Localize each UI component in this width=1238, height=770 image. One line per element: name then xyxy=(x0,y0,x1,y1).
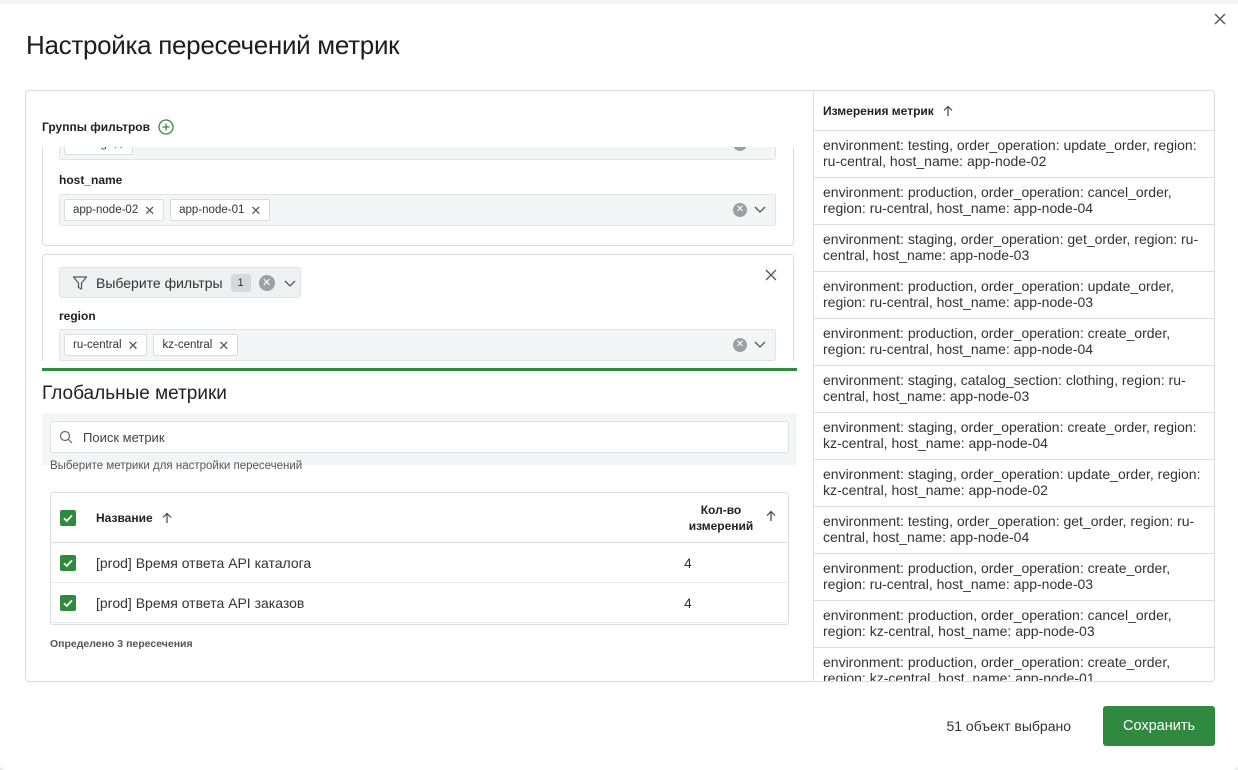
chip-remove-icon[interactable]: ✕ xyxy=(250,204,261,217)
table-header: Название Кол-во измерений xyxy=(51,493,788,543)
metric-name: [prod] Время ответа API заказов xyxy=(96,595,305,611)
column-dimensions-count[interactable]: Кол-во измерений xyxy=(671,502,771,534)
filter-count-badge: 1 xyxy=(230,273,251,292)
dialog-content: Группы фильтров testing ✕ ✕ xyxy=(25,90,1215,682)
field-label-region: region xyxy=(59,309,96,323)
metrics-search-input[interactable] xyxy=(83,429,763,445)
check-icon xyxy=(63,514,73,523)
list-item: environment: staging, order_operation: c… xyxy=(814,413,1214,460)
filter-groups-header: Группы фильтров xyxy=(42,119,174,135)
chip-app-node-02: app-node-02 ✕ xyxy=(64,199,165,221)
filter-groups-list[interactable]: testing ✕ ✕ host_name app-node-02 ✕ xyxy=(42,147,798,361)
dimensions-title: Измерения метрик xyxy=(823,103,934,118)
list-item: environment: production, order_operation… xyxy=(814,272,1214,319)
intersections-count-note: Определено 3 пересечения xyxy=(50,638,193,650)
chip-remove-icon[interactable]: ✕ xyxy=(128,339,139,352)
background-strip xyxy=(0,0,1238,4)
intersections-dialog: Настройка пересечений метрик Группы филь… xyxy=(0,0,1238,770)
search-box xyxy=(50,421,789,453)
plus-circle-icon[interactable] xyxy=(158,119,174,135)
sort-up-icon[interactable] xyxy=(161,512,173,524)
host-name-select[interactable]: app-node-02 ✕ app-node-01 ✕ ✕ xyxy=(59,194,776,226)
list-item: environment: staging, order_operation: u… xyxy=(814,460,1214,507)
list-item: environment: staging, order_operation: g… xyxy=(814,225,1214,272)
select-filters-button[interactable]: Выберите фильтры 1 ✕ xyxy=(59,267,301,298)
filter-groups-title: Группы фильтров xyxy=(42,120,151,134)
chevron-down-icon[interactable] xyxy=(753,202,767,216)
search-icon xyxy=(59,430,73,444)
chip-app-node-01: app-node-01 ✕ xyxy=(170,199,271,221)
select-filters-label: Выберите фильтры xyxy=(96,274,223,291)
list-item: environment: production, order_operation… xyxy=(814,601,1214,648)
chip-remove-icon[interactable]: ✕ xyxy=(113,147,124,151)
close-icon[interactable] xyxy=(1210,9,1230,29)
table-row[interactable]: [prod] Время ответа API каталога 4 xyxy=(51,543,788,583)
row-checkbox[interactable] xyxy=(60,595,76,611)
check-icon xyxy=(63,599,73,608)
list-item: environment: testing, order_operation: g… xyxy=(814,507,1214,554)
list-item: environment: production, order_operation… xyxy=(814,178,1214,225)
filter-group-card: Выберите фильтры 1 ✕ region ru-central ✕ xyxy=(42,254,794,361)
chevron-down-icon[interactable] xyxy=(283,276,297,290)
clear-icon[interactable]: ✕ xyxy=(733,147,747,151)
selected-count-status: 51 объект выбрано xyxy=(946,718,1071,734)
metric-dimensions-count: 4 xyxy=(684,555,692,571)
metric-name: [prod] Время ответа API каталога xyxy=(96,555,312,571)
dimensions-list[interactable]: environment: testing, order_operation: u… xyxy=(814,131,1214,681)
list-item: environment: testing, order_operation: u… xyxy=(814,131,1214,178)
metrics-table: Название Кол-во измерений [prod] Время о… xyxy=(50,492,789,625)
clear-icon[interactable]: ✕ xyxy=(258,274,275,291)
field-label-host-name: host_name xyxy=(59,173,123,187)
resize-divider[interactable] xyxy=(42,368,797,371)
close-icon[interactable] xyxy=(763,267,779,283)
dimensions-pane: Измерения метрик environment: testing, o… xyxy=(813,91,1214,681)
sort-up-icon[interactable] xyxy=(765,510,777,522)
clear-icon[interactable]: ✕ xyxy=(733,338,747,352)
metric-dimensions-count: 4 xyxy=(684,595,692,611)
table-row[interactable]: [prod] Время ответа API заказов 4 xyxy=(51,583,788,623)
chip-testing: testing ✕ xyxy=(64,147,133,155)
clear-icon[interactable]: ✕ xyxy=(733,203,747,217)
select-all-checkbox[interactable] xyxy=(60,510,76,526)
dialog-title: Настройка пересечений метрик xyxy=(26,30,400,60)
filter-value-select[interactable]: testing ✕ ✕ xyxy=(59,147,776,160)
metrics-hint: Выберите метрики для настройки пересечен… xyxy=(50,460,303,472)
check-icon xyxy=(63,559,73,568)
global-metrics-title: Глобальные метрики xyxy=(42,383,227,404)
funnel-icon xyxy=(72,275,88,290)
filter-group-card: testing ✕ ✕ host_name app-node-02 ✕ xyxy=(42,147,794,246)
list-item: environment: production, order_operation… xyxy=(814,319,1214,366)
chip-ru-central: ru-central ✕ xyxy=(64,334,148,356)
row-checkbox[interactable] xyxy=(60,555,76,571)
chevron-down-icon[interactable] xyxy=(753,147,767,150)
list-item: environment: production, order_operation… xyxy=(814,648,1214,681)
chip-remove-icon[interactable]: ✕ xyxy=(144,204,155,217)
column-name[interactable]: Название xyxy=(96,511,173,525)
chip-remove-icon[interactable]: ✕ xyxy=(218,339,229,352)
list-item: environment: staging, catalog_section: c… xyxy=(814,366,1214,413)
dimensions-header[interactable]: Измерения метрик xyxy=(814,91,1214,131)
search-area xyxy=(42,413,797,465)
save-button[interactable]: Сохранить xyxy=(1103,706,1215,746)
region-select[interactable]: ru-central ✕ kz-central ✕ ✕ xyxy=(59,329,776,361)
left-pane: Группы фильтров testing ✕ ✕ xyxy=(26,91,813,681)
sort-up-icon[interactable] xyxy=(942,105,954,117)
list-item: environment: production, order_operation… xyxy=(814,554,1214,601)
chevron-down-icon[interactable] xyxy=(753,337,767,351)
chip-kz-central: kz-central ✕ xyxy=(153,334,239,356)
